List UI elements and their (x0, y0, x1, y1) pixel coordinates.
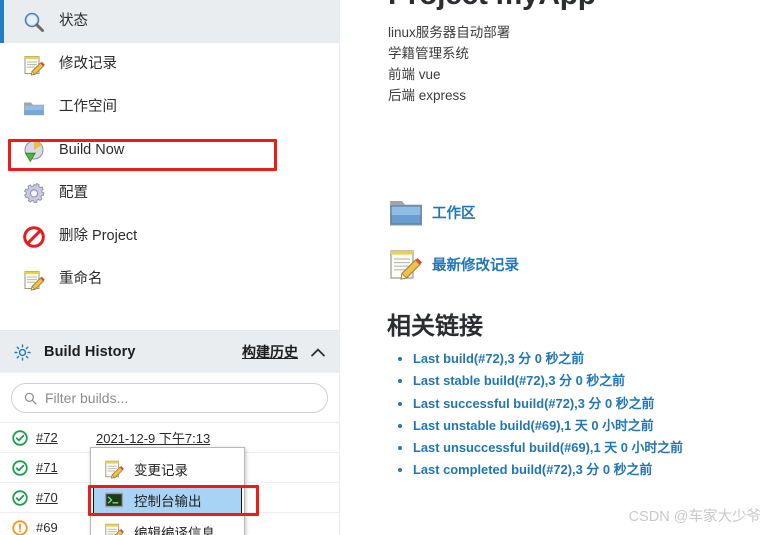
build-filter-wrapper (0, 373, 339, 422)
status-success-icon (12, 489, 28, 506)
jenkins-project-page: 状态 修改记录 工作空间 Build Now 配置 删除 Project 重命名… (0, 0, 779, 535)
build-now-icon (24, 140, 44, 162)
description-line: 学籍管理系统 (388, 46, 469, 61)
magnifier-icon (24, 12, 44, 32)
build-history-header[interactable]: Build History 构建历史 (0, 331, 339, 373)
build-filter-box[interactable] (11, 383, 328, 413)
delete-icon (23, 225, 45, 248)
notepad-pencil-icon (390, 250, 422, 280)
build-number[interactable]: #70 (36, 490, 96, 505)
gear-icon (23, 182, 45, 203)
sidebar-item-changes[interactable]: 修改记录 (0, 43, 339, 86)
sidebar-item-label: 修改记录 (59, 56, 117, 73)
context-menu-item-changes[interactable]: 变更记录 (91, 451, 244, 486)
list-item: Last stable build(#72),3 分 0 秒之前 (413, 370, 683, 392)
sidebar-item-workspace[interactable]: 工作空间 (0, 86, 339, 129)
chevron-up-icon[interactable] (311, 347, 325, 357)
related-link[interactable]: Last build(#72),3 分 0 秒之前 (413, 351, 584, 366)
notepad-pencil-icon (105, 523, 124, 535)
sidebar: 状态 修改记录 工作空间 Build Now 配置 删除 Project 重命名… (0, 0, 340, 535)
description-line: 后端 express (388, 88, 467, 103)
folder-icon (24, 102, 44, 115)
console-icon (104, 492, 124, 508)
build-history-cn-link[interactable]: 构建历史 (242, 342, 298, 362)
list-item: Last build(#72),3 分 0 秒之前 (413, 348, 683, 370)
sidebar-item-label: Build Now (59, 142, 125, 159)
filter-builds-input[interactable] (45, 390, 295, 406)
task-list: 状态 修改记录 工作空间 Build Now 配置 删除 Project 重命名 (0, 0, 339, 301)
context-menu-item-label: 编辑编译信息 (134, 525, 215, 535)
sidebar-item-label: 删除 Project (59, 228, 138, 245)
context-menu-item-edit-build-info[interactable]: 编辑编译信息 (91, 514, 244, 535)
quick-link-label: 工作区 (432, 205, 476, 222)
related-links-list: Last build(#72),3 分 0 秒之前 Last stable bu… (387, 348, 683, 482)
build-context-menu: 变更记录 控制台输出 编辑编译信息 (90, 447, 245, 535)
notepad-pencil-icon (105, 460, 124, 479)
build-number[interactable]: #71 (36, 460, 96, 475)
status-unstable-icon (12, 519, 28, 535)
list-item: Last unsuccessful build(#69),1 天 0 小时之前 (413, 437, 683, 459)
sidebar-item-label: 重命名 (59, 271, 103, 288)
related-link[interactable]: Last stable build(#72),3 分 0 秒之前 (413, 373, 625, 388)
description-line: linux服务器自动部署 (388, 25, 511, 40)
page-title: Project myApp (388, 0, 596, 12)
context-menu-item-label: 控制台输出 (134, 494, 202, 509)
build-history-header-right: 构建历史 (242, 342, 325, 362)
context-menu-item-console-output[interactable]: 控制台输出 (93, 486, 242, 514)
notepad-pencil-icon (24, 55, 45, 76)
sidebar-item-status[interactable]: 状态 (0, 0, 339, 43)
description-line: 前端 vue (388, 67, 441, 82)
build-number[interactable]: #69 (36, 520, 96, 535)
sidebar-item-delete-project[interactable]: 删除 Project (0, 215, 339, 258)
sidebar-item-build-now[interactable]: Build Now (0, 129, 339, 172)
build-number[interactable]: #72 (36, 430, 96, 445)
quick-links: 工作区 最新修改记录 (388, 194, 519, 298)
main-content: Project myApp linux服务器自动部署 学籍管理系统 前端 vue… (340, 0, 779, 535)
search-icon (24, 392, 37, 405)
quick-link-recent-changes[interactable]: 最新修改记录 (388, 246, 519, 282)
quick-link-label: 最新修改记录 (432, 257, 519, 274)
related-link[interactable]: Last successful build(#72),3 分 0 秒之前 (413, 396, 654, 411)
sidebar-item-configure[interactable]: 配置 (0, 172, 339, 215)
context-menu-item-label: 变更记录 (134, 462, 188, 478)
related-link[interactable]: Last unstable build(#69),1 天 0 小时之前 (413, 418, 654, 433)
status-success-icon (12, 429, 28, 446)
list-item: Last unstable build(#69),1 天 0 小时之前 (413, 415, 683, 437)
build-date[interactable]: 2021-12-9 下午7:13 (96, 428, 210, 447)
sidebar-item-label: 工作空间 (59, 99, 117, 116)
watermark: CSDN @车家大少爷 (628, 509, 761, 525)
sun-icon (14, 343, 31, 361)
related-link[interactable]: Last unsuccessful build(#69),1 天 0 小时之前 (413, 440, 683, 455)
list-item: Last completed build(#72),3 分 0 秒之前 (413, 459, 683, 481)
build-history-title: Build History (44, 344, 136, 360)
related-link[interactable]: Last completed build(#72),3 分 0 秒之前 (413, 462, 652, 477)
notepad-pencil-icon (24, 270, 45, 291)
project-description: linux服务器自动部署 学籍管理系统 前端 vue 后端 express (388, 22, 510, 106)
sidebar-item-label: 配置 (59, 185, 88, 202)
list-item: Last successful build(#72),3 分 0 秒之前 (413, 393, 683, 415)
status-success-icon (12, 459, 28, 476)
sidebar-item-rename[interactable]: 重命名 (0, 258, 339, 301)
folder-icon (390, 201, 422, 226)
sidebar-item-label: 状态 (59, 13, 88, 30)
related-links-heading: 相关链接 (387, 313, 483, 340)
quick-link-workspace[interactable]: 工作区 (388, 194, 519, 230)
